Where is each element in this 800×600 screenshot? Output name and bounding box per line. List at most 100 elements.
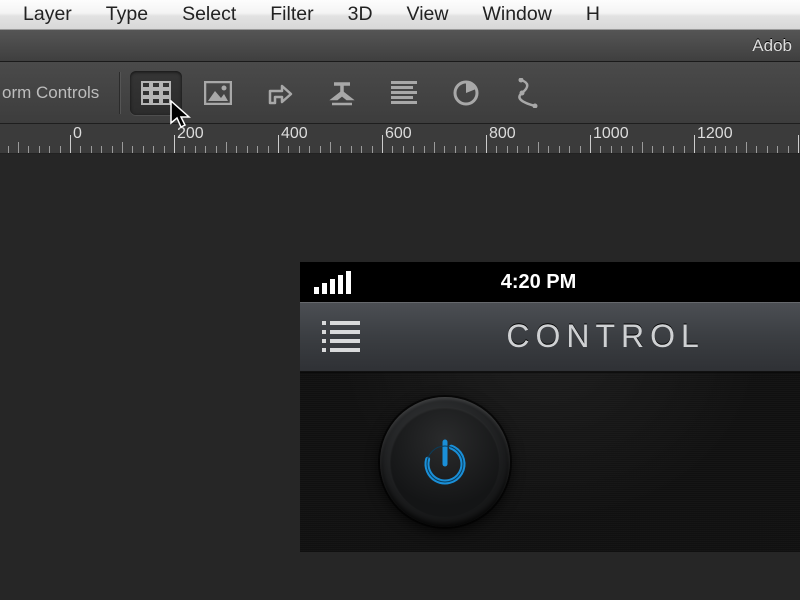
ruler-label: 400 — [281, 125, 308, 143]
ruler-tick — [392, 146, 393, 153]
app-navbar: CONTROL — [300, 302, 800, 372]
ruler-tick — [673, 146, 674, 153]
menu-layer[interactable]: Layer — [6, 3, 89, 26]
window-titlebar: Adob — [0, 30, 800, 62]
ruler-tick — [164, 146, 165, 153]
pie-button[interactable] — [440, 71, 492, 115]
ruler-tick — [122, 142, 123, 153]
align-button[interactable] — [378, 71, 430, 115]
ruler-tick — [174, 135, 175, 153]
document-canvas[interactable]: 4:20 PM CONTROL — [0, 154, 800, 600]
ruler-tick — [538, 142, 539, 153]
ruler-tick — [580, 146, 581, 153]
ruler-tick — [361, 146, 362, 153]
share-button[interactable] — [254, 71, 306, 115]
ruler-tick — [205, 146, 206, 153]
ruler-tick — [611, 146, 612, 153]
ruler-tick — [746, 142, 747, 153]
ruler-tick — [247, 146, 248, 153]
ruler-label: 1000 — [593, 125, 629, 143]
ruler-tick — [621, 146, 622, 153]
ruler-tick — [465, 146, 466, 153]
grid-button[interactable] — [130, 71, 182, 115]
ruler-tick — [320, 146, 321, 153]
app-name-label: Adob — [752, 36, 792, 56]
toolbar-group-label: orm Controls — [2, 83, 113, 103]
ruler-tick — [476, 146, 477, 153]
ruler-tick — [403, 146, 404, 153]
ruler-tick — [559, 146, 560, 153]
ruler-tick — [663, 146, 664, 153]
ruler-tick — [226, 142, 227, 153]
menu-help[interactable]: H — [569, 3, 617, 26]
macos-menubar[interactable]: Layer Type Select Filter 3D View Window … — [0, 0, 800, 30]
ruler-tick — [8, 146, 9, 153]
ruler-tick — [28, 146, 29, 153]
ruler-tick — [455, 146, 456, 153]
menu-type[interactable]: Type — [89, 3, 165, 26]
ruler-tick — [195, 146, 196, 153]
signal-strength-icon — [314, 271, 351, 294]
menu-3d[interactable]: 3D — [331, 3, 390, 26]
ruler-tick — [351, 146, 352, 153]
menu-view[interactable]: View — [390, 3, 466, 26]
ruler-tick — [736, 146, 737, 153]
ruler-tick — [434, 142, 435, 153]
power-icon — [417, 434, 473, 490]
image-button[interactable] — [192, 71, 244, 115]
ruler-label: 1200 — [697, 125, 733, 143]
ruler-tick — [788, 146, 789, 153]
ruler-tick — [299, 146, 300, 153]
status-time-label: 4:20 PM — [501, 271, 577, 294]
ruler-tick — [330, 142, 331, 153]
type-mask-button[interactable] — [316, 71, 368, 115]
ruler-tick — [632, 146, 633, 153]
ruler-tick — [216, 146, 217, 153]
ruler-tick — [569, 146, 570, 153]
ruler-tick — [715, 146, 716, 153]
menu-window[interactable]: Window — [465, 3, 568, 26]
align-icon — [391, 81, 417, 105]
image-icon — [204, 81, 232, 105]
type-mask-icon — [328, 80, 356, 106]
ruler-label: 600 — [385, 125, 412, 143]
menu-select[interactable]: Select — [165, 3, 253, 26]
app-body — [300, 372, 800, 552]
ruler-tick — [340, 146, 341, 153]
ruler-tick — [70, 135, 71, 153]
path-button[interactable] — [502, 71, 554, 115]
ruler-tick — [590, 135, 591, 153]
ruler-tick — [444, 146, 445, 153]
ruler-tick — [528, 146, 529, 153]
ruler-tick — [153, 146, 154, 153]
power-button[interactable] — [380, 397, 510, 527]
horizontal-ruler[interactable]: 020040060080010001200140 — [0, 124, 800, 154]
ruler-tick — [517, 146, 518, 153]
pie-icon — [452, 79, 480, 107]
ruler-tick — [49, 146, 50, 153]
ruler-tick — [101, 146, 102, 153]
ruler-tick — [642, 142, 643, 153]
app-title: CONTROL — [506, 318, 704, 355]
ruler-tick — [725, 146, 726, 153]
ruler-label: 0 — [73, 125, 82, 143]
ruler-tick — [236, 146, 237, 153]
ruler-tick — [372, 146, 373, 153]
ruler-tick — [18, 142, 19, 153]
menu-filter[interactable]: Filter — [253, 3, 330, 26]
ruler-tick — [112, 146, 113, 153]
ruler-tick — [798, 135, 799, 153]
ruler-tick — [507, 146, 508, 153]
ruler-tick — [704, 146, 705, 153]
share-icon — [267, 80, 293, 106]
iphone-mockup: 4:20 PM CONTROL — [300, 262, 800, 552]
toolbar-separator — [119, 72, 120, 114]
ruler-tick — [486, 135, 487, 153]
ruler-tick — [652, 146, 653, 153]
ruler-tick — [80, 146, 81, 153]
ruler-tick — [91, 146, 92, 153]
ruler-tick — [288, 146, 289, 153]
list-menu-icon[interactable] — [322, 321, 360, 352]
ruler-tick — [777, 146, 778, 153]
ruler-tick — [309, 146, 310, 153]
